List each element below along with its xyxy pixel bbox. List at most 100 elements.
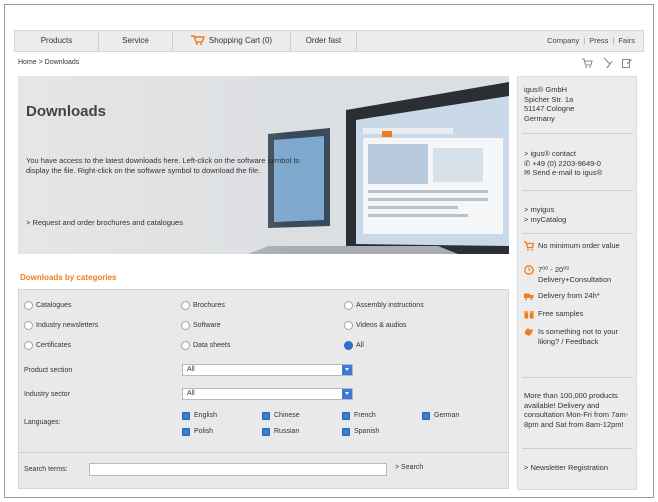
radio-data-sheets[interactable] [181, 341, 190, 350]
search-input[interactable] [89, 463, 387, 476]
languages-label: Languages: [24, 419, 61, 426]
product-section-select[interactable]: All [182, 364, 353, 376]
checkbox-chinese[interactable] [262, 412, 270, 420]
radio-label: Videos & audios [356, 322, 407, 329]
promo-text: More than 100,000 products available! De… [524, 391, 629, 429]
divider [522, 377, 633, 378]
divider [19, 452, 508, 453]
hero-description: You have access to the latest downloads … [26, 156, 300, 175]
divider [522, 233, 633, 234]
nav-separator: | [612, 36, 615, 45]
cart-icon [524, 241, 534, 251]
perk-text: Is something not to your liking? / Feedb… [538, 327, 619, 346]
phone-text: +49 (0) 2203-9649-0 [532, 158, 601, 168]
perk-text: No minimum order value [538, 241, 620, 250]
contact-link[interactable]: > igus® contact [524, 149, 602, 159]
checkbox-spanish[interactable] [342, 428, 350, 436]
nav-link-company[interactable]: Company [547, 36, 579, 45]
checkbox-label: English [194, 412, 217, 419]
checkbox-label: Chinese [274, 412, 300, 419]
industry-sector-label: Industry sector [24, 391, 70, 398]
account-links: > myigus > myCatalog [524, 205, 566, 224]
divider [522, 133, 633, 134]
checkbox-label: French [354, 412, 376, 419]
myigus-link[interactable]: > myigus [524, 205, 566, 215]
industry-sector-value: All [187, 390, 195, 397]
checkbox-german[interactable] [422, 412, 430, 420]
checkbox-russian[interactable] [262, 428, 270, 436]
breadcrumb[interactable]: Home > Downloads [18, 59, 79, 66]
divider [522, 448, 633, 449]
address-line: Germany [524, 113, 555, 123]
nav-right-links: Company | Press | Fairs [547, 31, 635, 51]
nav-link-fairs[interactable]: Fairs [618, 36, 635, 45]
industry-sector-select[interactable]: All [182, 388, 353, 400]
nav-link-press[interactable]: Press [589, 36, 608, 45]
radio-brochures[interactable] [181, 301, 190, 310]
mycatalog-link[interactable]: > myCatalog [524, 215, 566, 225]
address-line: igus® GmbH [524, 85, 568, 94]
radio-industry-newsletters[interactable] [24, 321, 33, 330]
truck-icon [524, 293, 534, 301]
search-button[interactable]: > Search [395, 464, 423, 471]
radio-software[interactable] [181, 321, 190, 330]
address-line: Spicher Str. 1a [524, 94, 574, 104]
perk-feedback[interactable]: Is something not to your liking? / Feedb… [524, 327, 634, 357]
radio-label: Catalogues [36, 302, 72, 309]
gift-icon [524, 311, 534, 319]
search-label: Search terms: [24, 466, 68, 473]
contact-block: > igus® contact ✆ +49 (0) 2203-9649-0 ✉ … [524, 149, 602, 178]
radio-catalogues[interactable] [24, 301, 33, 310]
perk-hours: 7⁰⁰ - 20⁰⁰ Delivery+Consultation [524, 265, 634, 285]
checkbox-english[interactable] [182, 412, 190, 420]
perk-samples: Free samples [524, 309, 634, 321]
perk-delivery: Delivery from 24h* [524, 291, 634, 303]
cart-add-icon[interactable] [581, 57, 593, 69]
checkbox-french[interactable] [342, 412, 350, 420]
nav-tab-service[interactable]: Service [99, 31, 173, 51]
bookmark-icon[interactable] [601, 57, 613, 69]
checkbox-label: Spanish [354, 428, 380, 435]
nav-tab-order-fast[interactable]: Order fast [291, 31, 357, 51]
perk-text: Free samples [538, 309, 584, 318]
radio-certificates[interactable] [24, 341, 33, 350]
sidebar: igus® GmbH Spicher Str. 1a 51147 Cologne… [517, 76, 637, 490]
edit-icon[interactable] [621, 57, 633, 69]
shopping-cart-icon [190, 35, 205, 45]
product-section-label: Product section [24, 367, 73, 374]
radio-label: Assembly instructions [356, 302, 424, 309]
email-link[interactable]: ✉ Send e-mail to igus® [524, 168, 602, 178]
chevron-down-icon [342, 365, 352, 375]
chevron-down-icon [342, 389, 352, 399]
email-text: Send e-mail to igus® [532, 168, 603, 177]
nav-separator: | [583, 36, 586, 45]
categories-title: Downloads by categories [20, 273, 117, 282]
checkbox-polish[interactable] [182, 428, 190, 436]
page-title: Downloads [26, 103, 107, 120]
radio-label: Brochures [193, 302, 225, 309]
perk-no-minimum: No minimum order value [524, 241, 634, 261]
address-line: 51147 Cologne [524, 104, 575, 113]
cart-label: Shopping Cart (0) [208, 36, 273, 45]
perk-text: Delivery from 24h* [538, 291, 600, 300]
feedback-icon [525, 328, 533, 336]
radio-videos-audios[interactable] [344, 321, 353, 330]
request-brochures-link[interactable]: > Request and order brochures and catalo… [26, 218, 183, 227]
hero-banner: Downloads You have access to the latest … [18, 76, 509, 254]
radio-assembly-instructions[interactable] [344, 301, 353, 310]
company-address: igus® GmbH Spicher Str. 1a 51147 Cologne… [524, 85, 574, 123]
newsletter-link[interactable]: > Newsletter Registration [524, 463, 608, 473]
radio-label: Data sheets [193, 342, 231, 349]
nav-tab-products[interactable]: Products [15, 31, 99, 51]
radio-label: Industry newsletters [36, 322, 99, 329]
perk-text: 7⁰⁰ - 20⁰⁰ Delivery+Consultation [538, 265, 612, 284]
nav-tab-cart[interactable]: Shopping Cart (0) [173, 31, 291, 51]
top-nav: Products Service Shopping Cart (0) Order… [14, 30, 644, 52]
checkbox-label: Russian [274, 428, 300, 435]
clock-icon [524, 265, 534, 275]
divider [522, 190, 633, 191]
radio-all[interactable] [344, 341, 353, 350]
checkbox-label: German [434, 412, 460, 419]
page-tools [581, 57, 637, 69]
phone-number: ✆ +49 (0) 2203-9649-0 [524, 159, 602, 169]
